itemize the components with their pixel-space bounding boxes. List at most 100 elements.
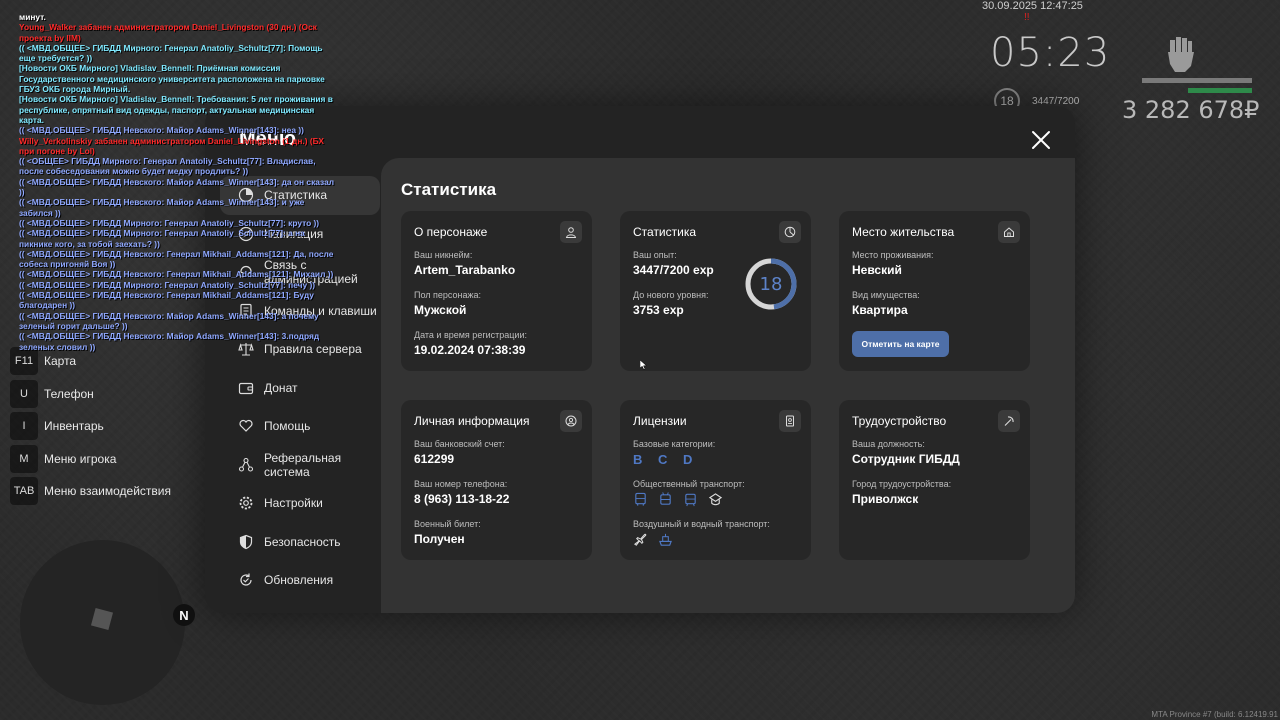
pie-chart-icon xyxy=(779,221,801,243)
bus-icon xyxy=(635,492,646,506)
nickname-value: Artem_Tarabanko xyxy=(414,263,516,277)
field-label: Ваш никнейм: xyxy=(414,250,473,260)
sidebar-item-label: Настройки xyxy=(264,496,323,511)
sidebar-item-label: Обновления xyxy=(264,573,334,588)
chat-line: [Новости ОКБ Мирного] Vladislav_Bennell:… xyxy=(19,94,333,125)
card-title: Личная информация xyxy=(414,414,530,428)
field-label: Общественный транспорт: xyxy=(633,479,745,489)
chat-line: (( <МВД.ОБЩЕЕ> ГИБДД Невского: Генерал M… xyxy=(19,248,334,270)
sidebar-item-security[interactable]: Безопасность xyxy=(220,523,380,562)
gear-icon xyxy=(239,496,253,510)
card-title: Место жительства xyxy=(852,225,955,239)
card-personal: Личная информация Ваш банковский счет: 6… xyxy=(401,400,592,560)
chat-log: минут. Young_Walker забанен администратор… xyxy=(19,12,339,352)
gender-value: Мужской xyxy=(414,303,467,317)
chat-line: (( <МВД.ОБЩЕЕ> ГИБДД Невского: Генерал M… xyxy=(19,269,334,280)
registration-value: 19.02.2024 07:38:39 xyxy=(414,343,526,357)
chat-line: (( <ОБЩЕЕ> ГИБДД Мирного: Генерал Anatol… xyxy=(19,156,316,177)
chat-line: Willy_Verkolinskiy забанен администратор… xyxy=(19,135,325,156)
field-label: Ваша должность: xyxy=(852,439,925,449)
sidebar-item-label: Реферальная система xyxy=(264,450,342,479)
armor-bar xyxy=(1188,88,1252,93)
tram-icon xyxy=(685,493,696,507)
card-employment: Трудоустройство Ваша должность: Сотрудни… xyxy=(839,400,1030,560)
card-statistics: Статистика Ваш опыт: 3447/7200 exp До но… xyxy=(620,211,811,371)
keybind-row: M Меню игрока xyxy=(10,443,171,476)
sidebar-item-referral[interactable]: Реферальная система xyxy=(220,446,380,485)
chat-line: (( <МВД.ОБЩЕЕ> ГИБДД Мирного: Генерал An… xyxy=(19,228,305,249)
chat-line: Young_Walker забанен администратором Dan… xyxy=(19,22,317,43)
mouse-cursor-icon xyxy=(640,360,648,370)
chat-line: (( <МВД.ОБЩЕЕ> ГИБДД Мирного: Генерал An… xyxy=(19,279,316,290)
sidebar-item-label: Безопасность xyxy=(264,534,341,549)
health-bar xyxy=(1142,78,1252,83)
card-licenses: Лицензии Базовые категории: B C D Общест… xyxy=(620,400,811,560)
chat-line: (( <МВД.ОБЩЕЕ> ГИБДД Невского: Майор Ada… xyxy=(19,176,335,198)
chat-line: [Новости ОКБ Мирного] Vladislav_Bennell:… xyxy=(19,63,325,95)
home-icon xyxy=(998,221,1020,243)
hud-datetime: 30.09.2025 12:47:25 xyxy=(982,0,1083,12)
hud-game-time: 05:23 xyxy=(990,30,1111,76)
card-residence: Место жительства Место проживания: Невск… xyxy=(839,211,1030,371)
refresh-icon xyxy=(240,573,252,586)
airplane-icon xyxy=(633,533,647,546)
sidebar-item-settings[interactable]: Настройки xyxy=(220,484,380,523)
sidebar-item-label: Помощь xyxy=(264,419,311,434)
level-value: 18 xyxy=(759,273,783,295)
stats-content: Статистика О персонаже Ваш никнейм: Arte… xyxy=(381,158,1075,613)
sidebar-item-updates[interactable]: Обновления xyxy=(220,561,380,600)
military-id-value: Получен xyxy=(414,532,465,546)
field-label: Город трудоустройства: xyxy=(852,479,952,489)
network-icon xyxy=(238,457,254,472)
wallet-icon xyxy=(238,382,254,394)
key-label: Телефон xyxy=(44,386,94,401)
field-label: Воздушный и водный транспорт: xyxy=(633,519,770,529)
north-indicator: N xyxy=(173,604,195,626)
user-icon xyxy=(560,221,582,243)
keybind-list: F11 Карта U Телефон I Инвентарь M Меню игрок… xyxy=(10,345,171,508)
card-title: Лицензии xyxy=(633,414,687,428)
card-title: Трудоустройство xyxy=(852,414,947,428)
mark-on-map-button[interactable]: Отметить на карте xyxy=(852,331,949,357)
field-label: Вид имущества: xyxy=(852,290,920,300)
shield-icon xyxy=(239,534,253,549)
field-label: Ваш номер телефона: xyxy=(414,479,508,489)
chat-line: минут. xyxy=(19,12,46,22)
key-label: Карта xyxy=(44,354,77,369)
sidebar-item-help[interactable]: Помощь xyxy=(220,407,380,446)
sidebar-item-label: Донат xyxy=(264,380,298,395)
field-label: Дата и время регистрации: xyxy=(414,330,527,340)
card-character: О персонаже Ваш никнейм: Artem_Tarabanko… xyxy=(401,211,592,371)
build-info: MTA Province #7 (build: 6.12419.91 xyxy=(1151,710,1278,719)
air-water-transport-icons xyxy=(633,532,798,547)
position-value: Сотрудник ГИБДД xyxy=(852,452,960,466)
residence-value: Невский xyxy=(852,263,902,277)
chat-line: (( <МВД.ОБЩЕЕ> ГИБДД Невского: Майор Ada… xyxy=(19,310,319,331)
bank-account-value: 612299 xyxy=(414,452,455,466)
fist-icon xyxy=(1168,37,1194,72)
close-icon[interactable] xyxy=(1029,128,1053,152)
license-icon xyxy=(779,410,801,432)
job-city-value: Приволжск xyxy=(852,492,919,506)
key-label: Меню взаимодействия xyxy=(44,484,171,499)
chat-line: (( <МВД.ОБЩЕЕ> ГИБДД Невского: Майор Ada… xyxy=(19,125,304,136)
key-cap: TAB xyxy=(10,477,38,506)
chat-line: (( <МВД.ОБЩЕЕ> ГИБДД Мирного: Генерал An… xyxy=(19,42,323,64)
key-cap: U xyxy=(10,379,38,408)
user-circle-icon xyxy=(560,410,582,432)
key-label: Инвентарь xyxy=(44,419,104,434)
heart-hand-icon xyxy=(239,420,253,433)
key-cap: M xyxy=(10,444,38,473)
pickaxe-icon xyxy=(998,410,1020,432)
card-title: Статистика xyxy=(633,225,697,239)
sidebar-item-donate[interactable]: Донат xyxy=(220,369,380,408)
keybind-row: I Инвентарь xyxy=(10,410,171,443)
chat-line: (( <МВД.ОБЩЕЕ> ГИБДД Невского: Майор Ada… xyxy=(19,331,320,352)
trolleybus-icon xyxy=(660,492,671,505)
chat-line: (( <МВД.ОБЩЕЕ> ГИБДД Невского: Майор Ada… xyxy=(19,197,305,218)
field-label: Место проживания: xyxy=(852,250,934,260)
phone-value: 8 (963) 113-18-22 xyxy=(414,492,510,506)
content-title: Статистика xyxy=(401,180,497,199)
chat-line: (( <МВД.ОБЩЕЕ> ГИБДД Мирного: Генерал An… xyxy=(19,217,320,228)
key-label: Меню игрока xyxy=(44,451,117,466)
